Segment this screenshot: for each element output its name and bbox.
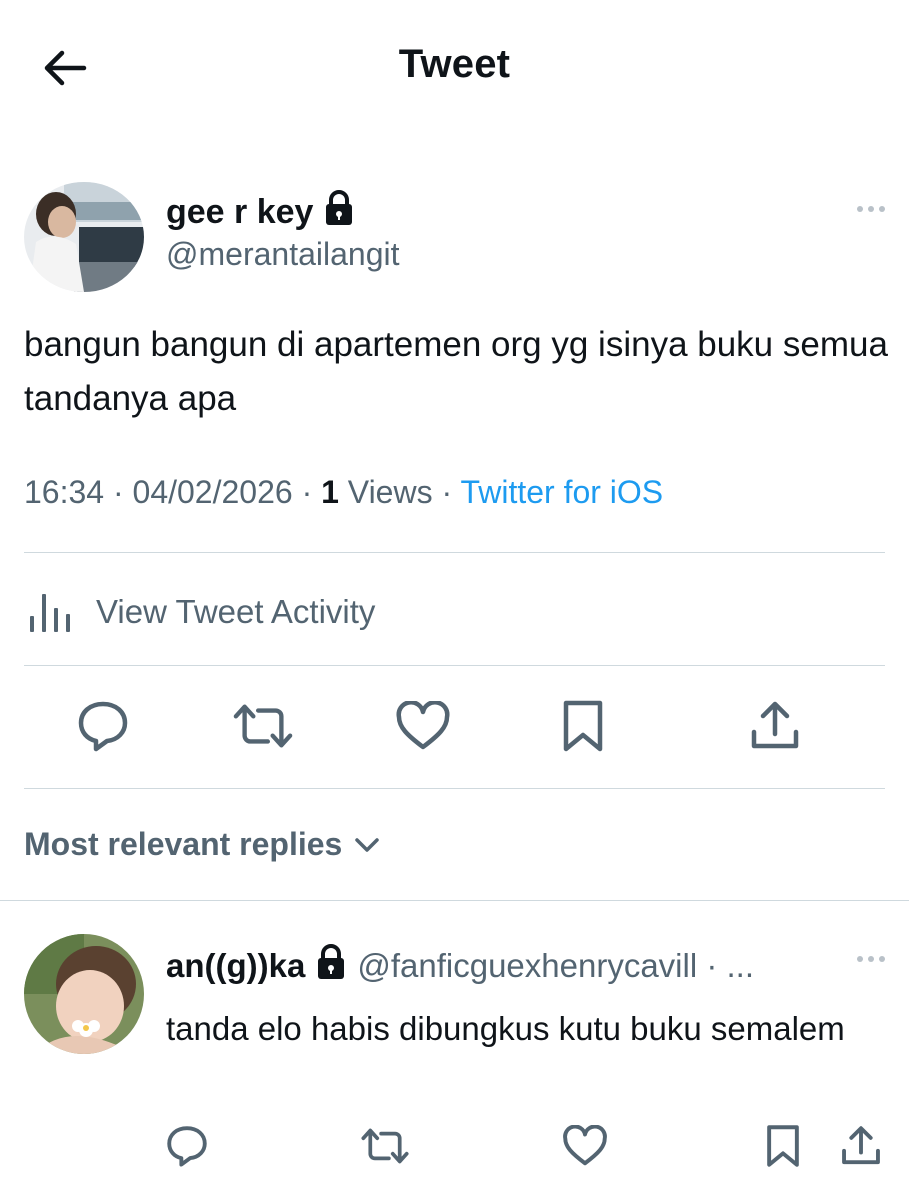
reply-author-handle[interactable]: @fanficguexhenrycavill · ... <box>357 947 754 985</box>
bookmark-button[interactable] <box>553 696 613 756</box>
retweet-icon <box>361 1128 409 1164</box>
lock-icon <box>315 944 347 988</box>
retweet-button[interactable] <box>233 696 293 756</box>
share-icon <box>842 1126 880 1165</box>
avatar-photo <box>24 934 144 1054</box>
like-icon <box>396 701 450 750</box>
meta-separator: · <box>112 474 133 510</box>
replies-sort-dropdown[interactable]: Most relevant replies <box>24 826 380 863</box>
meta-separator: · <box>441 474 461 510</box>
author-avatar[interactable] <box>24 182 144 292</box>
chevron-down-icon <box>355 837 380 852</box>
view-tweet-activity-button[interactable]: View Tweet Activity <box>24 588 375 636</box>
share-icon <box>751 701 799 749</box>
reply-text: tanda elo habis dibungkus kutu buku sema… <box>166 1010 845 1047</box>
reply-button[interactable] <box>73 696 133 756</box>
tweet-action-bar <box>0 696 909 760</box>
tweet-time[interactable]: 16:34 <box>24 474 104 510</box>
replies-sort-label: Most relevant replies <box>24 826 343 862</box>
reply-share-button[interactable] <box>836 1120 886 1172</box>
avatar-photo <box>24 182 144 292</box>
retweet-icon <box>233 704 293 748</box>
views-count: 1 <box>321 474 348 510</box>
reply-bookmark-button[interactable] <box>758 1120 808 1172</box>
top-bar: Tweet <box>0 0 909 135</box>
tweet-meta: 16:34 · 04/02/2026 · 1 Views · Twitter f… <box>24 474 663 511</box>
reply-author-name[interactable]: an((g))ka <box>166 947 305 985</box>
more-dot-icon <box>879 206 885 212</box>
page-title: Tweet <box>398 42 511 86</box>
view-tweet-activity-label: View Tweet Activity <box>96 593 376 630</box>
share-button[interactable] <box>745 696 805 756</box>
tweet-detail-page: Tweet gee r key @merantailangit bangun b… <box>0 0 909 1200</box>
like-button[interactable] <box>393 696 453 756</box>
reply-icon <box>167 1126 207 1167</box>
more-dot-icon <box>868 206 874 212</box>
lock-icon <box>323 190 355 235</box>
divider <box>24 788 885 789</box>
tweet-text: bangun bangun di apartemen org yg isinya… <box>24 325 888 418</box>
reply-reply-button[interactable] <box>162 1120 212 1172</box>
divider <box>24 552 885 553</box>
bookmark-icon <box>767 1125 799 1167</box>
reply-avatar[interactable] <box>24 934 144 1054</box>
divider <box>24 665 885 666</box>
like-icon <box>563 1125 607 1166</box>
more-options-button[interactable] <box>857 200 885 218</box>
tweet-source-link[interactable]: Twitter for iOS <box>460 474 663 510</box>
meta-separator: · <box>301 474 322 510</box>
more-dot-icon <box>879 956 885 962</box>
more-dot-icon <box>857 956 863 962</box>
reply-retweet-button[interactable] <box>360 1120 410 1172</box>
bookmark-icon <box>563 700 603 752</box>
analytics-icon <box>30 594 70 632</box>
author-name-row[interactable]: gee r key <box>166 190 355 235</box>
reply-action-bar <box>0 1120 909 1176</box>
views-label: Views <box>347 474 433 510</box>
reply-more-options-button[interactable] <box>857 956 885 962</box>
divider <box>0 900 909 901</box>
reply-header: an((g))ka @fanficguexhenrycavill · ... <box>166 944 826 988</box>
tweet-date[interactable]: 04/02/2026 <box>133 474 293 510</box>
reply-icon <box>78 701 128 752</box>
author-handle[interactable]: @merantailangit <box>166 236 399 273</box>
reply-like-button[interactable] <box>560 1120 610 1172</box>
author-name[interactable]: gee r key <box>166 193 313 232</box>
more-dot-icon <box>868 956 874 962</box>
more-dot-icon <box>857 206 863 212</box>
